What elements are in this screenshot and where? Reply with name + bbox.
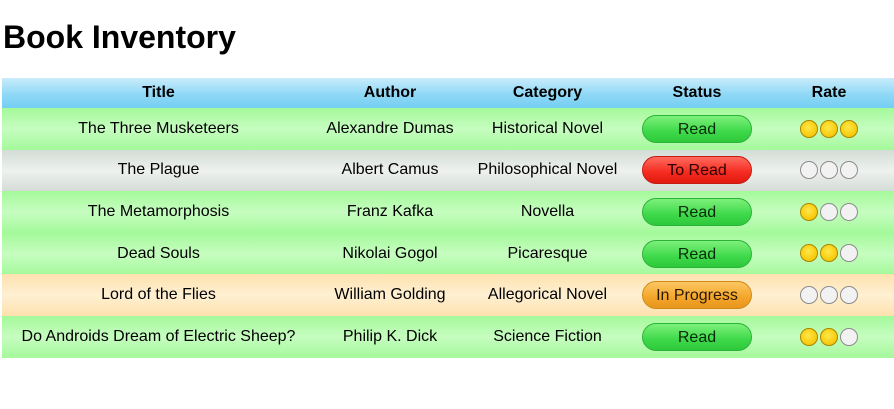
book-inventory-page: Book Inventory Title Author Category Sta… (0, 0, 894, 409)
rating-circle-empty-icon[interactable] (840, 202, 858, 221)
cell-title: Lord of the Flies (101, 286, 216, 304)
rating-control (800, 161, 858, 180)
cell-category: Science Fiction (493, 327, 602, 345)
cell-status: Read (630, 191, 764, 233)
cell-title: Do Androids Dream of Electric Sheep? (21, 327, 296, 345)
rating-circle-filled-icon[interactable] (800, 327, 818, 346)
rating-circle-filled-icon[interactable] (840, 119, 858, 138)
rating-control (800, 202, 858, 221)
table-row: The Three Musketeers Alexandre Dumas Histo… (2, 108, 894, 150)
cell-author: Franz Kafka (346, 202, 434, 220)
cell-rate (764, 233, 894, 275)
cell-author: Alexandre Dumas (326, 119, 454, 137)
cell-rate (764, 150, 894, 192)
table-header: Title Author Category Status Rate (2, 78, 894, 108)
cell-category: Novella (520, 202, 575, 220)
rating-circle-filled-icon[interactable] (800, 119, 818, 138)
cell-title: Dead Souls (117, 244, 200, 262)
cell-rate (764, 191, 894, 233)
cell-rate (764, 316, 894, 358)
cell-category: Historical Novel (491, 119, 604, 137)
table-row: Lord of the Flies William Golding Allegori… (2, 274, 894, 316)
rating-circle-filled-icon[interactable] (800, 202, 818, 221)
cell-category: Philosophical Novel (477, 161, 618, 179)
status-button[interactable]: Read (642, 322, 752, 351)
header-row: Title Author Category Status Rate (2, 78, 894, 108)
cell-author: Philip K. Dick (342, 327, 438, 345)
column-header-status: Status (672, 84, 722, 101)
rating-circle-empty-icon[interactable] (800, 286, 818, 305)
status-button[interactable]: Read (642, 239, 752, 268)
cell-title: The Plague (117, 161, 200, 179)
cell-title: The Three Musketeers (78, 119, 239, 137)
table-row: Dead Souls Nikolai Gogol Picaresque Read (2, 232, 894, 275)
rating-control (800, 244, 858, 263)
rating-circle-empty-icon[interactable] (840, 244, 858, 263)
cell-category: Picaresque (507, 244, 588, 262)
column-header-title: Title (142, 84, 175, 101)
rating-control (800, 286, 858, 305)
cell-status: In Progress (630, 274, 764, 316)
cell-author: Albert Camus (341, 161, 439, 179)
rating-circle-filled-icon[interactable] (800, 244, 818, 263)
rating-circle-empty-icon[interactable] (820, 202, 838, 221)
status-button[interactable]: Read (642, 197, 752, 226)
column-header-rate: Rate (811, 84, 847, 101)
rating-circle-filled-icon[interactable] (820, 119, 838, 138)
cell-rate (764, 108, 894, 150)
rating-control (800, 327, 858, 346)
status-button[interactable]: In Progress (642, 281, 752, 310)
rating-circle-empty-icon[interactable] (820, 286, 838, 305)
cell-status: Read (630, 108, 764, 150)
rating-circle-filled-icon[interactable] (820, 327, 838, 346)
table-row: Do Androids Dream of Electric Sheep? Phil… (2, 315, 894, 358)
cell-title: The Metamorphosis (87, 202, 230, 220)
rating-control (800, 119, 858, 138)
cell-status: To Read (630, 150, 764, 192)
cell-rate (764, 274, 894, 316)
status-button[interactable]: To Read (642, 156, 752, 185)
rating-circle-empty-icon[interactable] (840, 286, 858, 305)
column-header-author: Author (363, 84, 417, 101)
cell-status: Read (630, 233, 764, 275)
status-button[interactable]: Read (642, 114, 752, 143)
rating-circle-empty-icon[interactable] (840, 161, 858, 180)
table-row: The Plague Albert Camus Philosophical Nove… (2, 149, 894, 192)
cell-status: Read (630, 316, 764, 358)
page-title: Book Inventory (3, 19, 236, 55)
cell-author: Nikolai Gogol (342, 244, 438, 262)
book-inventory-table: Title Author Category Status Rate The Th… (2, 78, 894, 358)
column-header-category: Category (512, 84, 583, 101)
rating-circle-empty-icon[interactable] (820, 161, 838, 180)
rating-circle-empty-icon[interactable] (800, 161, 818, 180)
rating-circle-empty-icon[interactable] (840, 327, 858, 346)
table-row: The Metamorphosis Franz Kafka Novella Read (2, 191, 894, 233)
table-body: The Three Musketeers Alexandre Dumas Histo… (2, 108, 894, 358)
cell-category: Allegorical Novel (487, 286, 608, 304)
cell-author: William Golding (334, 286, 446, 304)
rating-circle-filled-icon[interactable] (820, 244, 838, 263)
